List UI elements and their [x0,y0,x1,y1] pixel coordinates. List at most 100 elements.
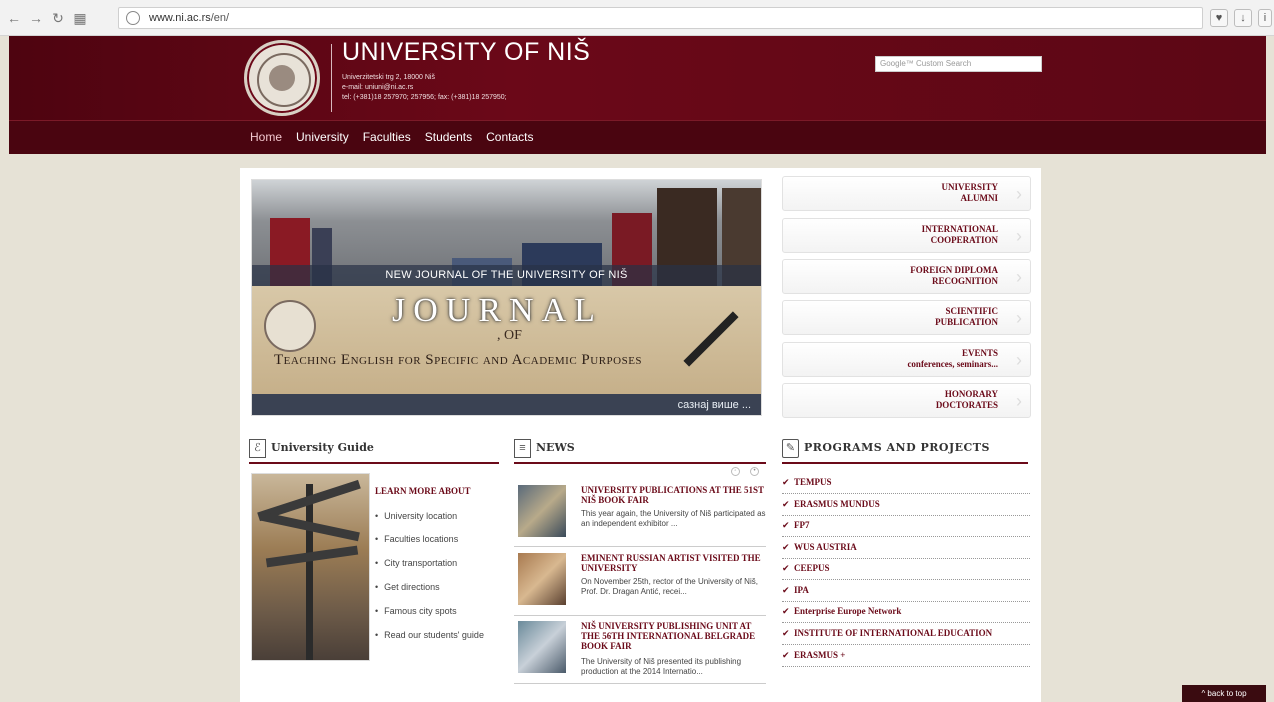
main-nav: Home University Faculties Students Conta… [9,120,1266,154]
guide-link-location[interactable]: University location [375,511,457,521]
journal-parchment: JOURNAL , OF Teaching English for Specif… [252,286,761,394]
nav-contacts[interactable]: Contacts [486,130,533,144]
program-link-wus-austria[interactable]: ✔ WUS AUSTRIA [782,538,1030,559]
reload-icon[interactable]: ↻ [50,10,66,26]
check-icon: ✔ [782,478,790,488]
guide-link-students-guide[interactable]: Read our students' guide [375,630,484,640]
university-title[interactable]: UNIVERSITY OF NIŠ [342,38,590,67]
news-excerpt: On November 25th, rector of the Universi… [581,577,758,596]
quick-link-alumni[interactable]: UNIVERSITY ALUMNI › [782,176,1031,211]
check-icon: ✔ [782,500,790,510]
news-thumbnail[interactable] [518,485,566,537]
edit-icon: ✎ [782,439,799,458]
quick-link-publication[interactable]: SCIENTIFIC PUBLICATION › [782,300,1031,335]
news-title[interactable]: UNIVERSITY PUBLICATIONS AT THE 51ST NIŠ … [581,485,766,505]
university-seal-logo[interactable] [244,40,320,116]
check-icon: ✔ [782,607,790,617]
news-next-icon[interactable]: • [750,467,759,476]
address-bar[interactable]: www.ni.ac.rs/en/ [118,7,1203,29]
quick-link-events[interactable]: EVENTS conferences, seminars... › [782,342,1031,377]
back-to-top-button[interactable]: ^ back to top [1182,685,1266,702]
quick-link-line2: RECOGNITION [931,276,998,286]
news-title[interactable]: NIŠ UNIVERSITY PUBLISHING UNIT AT THE 56… [581,621,766,651]
quick-link-line2: DOCTORATES [935,400,998,410]
journal-seal-icon [264,300,316,352]
news-title[interactable]: EMINENT RUSSIAN ARTIST VISITED THE UNIVE… [581,553,766,573]
news-prev-icon[interactable]: ◦ [731,467,740,476]
news-item[interactable]: EMINENT RUSSIAN ARTIST VISITED THE UNIVE… [514,553,766,616]
program-link-fp7[interactable]: ✔ FP7 [782,516,1030,537]
program-label: ERASMUS MUNDUS [794,499,880,509]
news-thumbnail[interactable] [518,621,566,673]
quick-link-doctorates[interactable]: HONORARY DOCTORATES › [782,383,1031,418]
pen-icon [683,311,739,367]
banner-caption: NEW JOURNAL OF THE UNIVERSITY OF NIŠ [252,265,761,286]
quick-link-line2: ALUMNI [960,193,999,203]
nav-students[interactable]: Students [425,130,472,144]
program-label: IPA [794,585,809,595]
nav-home[interactable]: Home [250,130,282,144]
quick-link-line2: conferences, seminars... [907,359,998,369]
news-thumbnail[interactable] [518,553,566,605]
program-label: WUS AUSTRIA [794,542,857,552]
programs-heading: PROGRAMS AND PROJECTS [804,441,990,454]
chevron-right-icon: › [1016,184,1022,204]
program-link-ceepus[interactable]: ✔ CEEPUS [782,559,1030,580]
nav-university[interactable]: University [296,130,349,144]
news-item[interactable]: NIŠ UNIVERSITY PUBLISHING UNIT AT THE 56… [514,621,766,684]
address-text: Univerzitetski trg 2, 18000 Niš [342,74,435,81]
program-link-erasmus-mundus[interactable]: ✔ ERASMUS MUNDUS [782,495,1030,516]
email-text: e-mail: uniuni@ni.ac.rs [342,84,414,91]
featured-banner[interactable]: NEW JOURNAL OF THE UNIVERSITY OF NIŠ JOU… [251,179,762,416]
check-icon: ✔ [782,564,790,574]
quick-link-line1: INTERNATIONAL [921,224,998,234]
quick-link-diploma[interactable]: FOREIGN DIPLOMA RECOGNITION › [782,259,1031,294]
download-icon[interactable]: ↓ [1234,9,1252,27]
guide-link-spots[interactable]: Famous city spots [375,606,457,616]
guide-link-directions[interactable]: Get directions [375,582,440,592]
program-link-een[interactable]: ✔ Enterprise Europe Network [782,602,1030,623]
news-excerpt: The University of Niš presented its publ… [581,657,742,676]
learn-more-heading: LEARN MORE ABOUT [375,486,471,496]
check-icon: ✔ [782,543,790,553]
back-arrow-icon[interactable]: ← [6,10,22,26]
news-item[interactable]: UNIVERSITY PUBLICATIONS AT THE 51ST NIŠ … [514,485,766,547]
quick-link-line1: EVENTS [961,348,998,358]
check-icon: ✔ [782,521,790,531]
quick-link-line1: SCIENTIFIC [945,306,998,316]
programs-header: ✎ PROGRAMS AND PROJECTS [782,436,1028,464]
quick-link-line2: PUBLICATION [935,317,998,327]
program-link-tempus[interactable]: ✔ TEMPUS [782,473,1030,494]
chevron-right-icon: › [1016,226,1022,246]
program-label: CEEPUS [794,563,830,573]
search-input[interactable]: Google™ Custom Search [875,56,1042,72]
check-icon: ✔ [782,651,790,661]
quick-link-cooperation[interactable]: INTERNATIONAL COOPERATION › [782,218,1031,253]
program-link-iie[interactable]: ✔ INSTITUTE OF INTERNATIONAL EDUCATION [782,624,1030,645]
program-label: INSTITUTE OF INTERNATIONAL EDUCATION [794,628,993,638]
guide-link-transport[interactable]: City transportation [375,558,457,568]
guide-link-faculties[interactable]: Faculties locations [375,534,458,544]
check-icon: ✔ [782,586,790,596]
browser-toolbar: ← → ↻ ▦ www.ni.ac.rs/en/ ♥ ↓ i [0,0,1274,36]
program-link-ipa[interactable]: ✔ IPA [782,581,1030,602]
nav-faculties[interactable]: Faculties [363,130,411,144]
news-list-icon: ≡ [514,439,531,458]
quick-link-line1: UNIVERSITY [941,182,998,192]
info-icon[interactable]: i [1258,9,1272,27]
chevron-right-icon: › [1016,350,1022,370]
news-header: ≡ NEWS [514,436,766,464]
chevron-right-icon: › [1016,308,1022,328]
forward-arrow-icon[interactable]: → [28,10,44,26]
heart-icon[interactable]: ♥ [1210,9,1228,27]
contact-info: Univerzitetski trg 2, 18000 Niš e-mail: … [342,73,507,103]
apps-grid-icon[interactable]: ▦ [72,10,88,26]
quick-link-line1: FOREIGN DIPLOMA [910,265,998,275]
journal-title: JOURNAL [392,292,603,329]
chevron-right-icon: › [1016,267,1022,287]
program-label: Enterprise Europe Network [794,606,902,616]
program-link-erasmus-plus[interactable]: ✔ ERASMUS + [782,646,1030,667]
banner-more-link[interactable]: сазнај више ... [252,394,761,415]
news-heading: NEWS [536,441,575,454]
journal-subtitle: Teaching English for Specific and Academ… [274,352,643,368]
